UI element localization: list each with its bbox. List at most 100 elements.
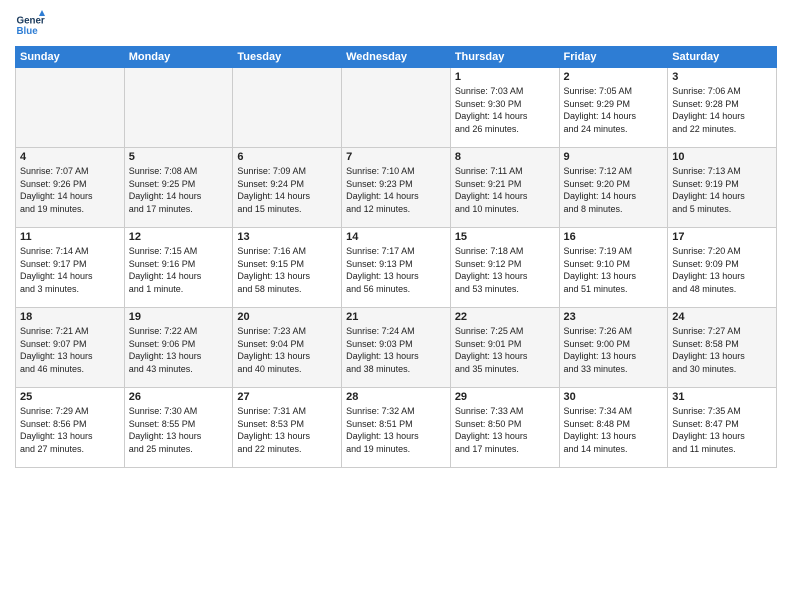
day-info: Sunrise: 7:12 AM Sunset: 9:20 PM Dayligh…: [564, 165, 664, 215]
week-row-4: 18 Sunrise: 7:21 AM Sunset: 9:07 PM Dayli…: [16, 308, 777, 388]
day-number: 22: [455, 311, 555, 323]
weekday-header-sunday: Sunday: [16, 47, 125, 68]
day-number: 19: [129, 311, 229, 323]
day-cell: 11 Sunrise: 7:14 AM Sunset: 9:17 PM Dayli…: [16, 228, 125, 308]
day-cell: 6Sunrise: 7:09 AM Sunset: 9:24 PM Daylig…: [233, 148, 342, 228]
day-cell: 18 Sunrise: 7:21 AM Sunset: 9:07 PM Dayli…: [16, 308, 125, 388]
day-number: 5: [129, 151, 229, 163]
day-cell: 24 Sunrise: 7:27 AM Sunset: 8:58 PM Dayli…: [668, 308, 777, 388]
day-info: Sunrise: 7:34 AM Sunset: 8:48 PM Dayligh…: [564, 405, 664, 455]
weekday-header-friday: Friday: [559, 47, 668, 68]
day-number: 28: [346, 391, 446, 403]
day-cell: 25 Sunrise: 7:29 AM Sunset: 8:56 PM Dayli…: [16, 388, 125, 468]
day-cell: 30 Sunrise: 7:34 AM Sunset: 8:48 PM Dayli…: [559, 388, 668, 468]
week-row-1: 1 Sunrise: 7:03 AM Sunset: 9:30 PM Daylig…: [16, 68, 777, 148]
day-cell: [124, 68, 233, 148]
day-cell: 13Sunrise: 7:16 AM Sunset: 9:15 PM Dayli…: [233, 228, 342, 308]
week-row-2: 4 Sunrise: 7:07 AM Sunset: 9:26 PM Daylig…: [16, 148, 777, 228]
day-cell: 21 Sunrise: 7:24 AM Sunset: 9:03 PM Dayli…: [342, 308, 451, 388]
day-info: Sunrise: 7:06 AM Sunset: 9:28 PM Dayligh…: [672, 85, 772, 135]
day-cell: 2 Sunrise: 7:05 AM Sunset: 9:29 PM Daylig…: [559, 68, 668, 148]
day-info: Sunrise: 7:23 AM Sunset: 9:04 PM Dayligh…: [237, 325, 337, 375]
day-number: 27: [237, 391, 337, 403]
day-info: Sunrise: 7:17 AM Sunset: 9:13 PM Dayligh…: [346, 245, 446, 295]
day-number: 1: [455, 71, 555, 83]
weekday-header-wednesday: Wednesday: [342, 47, 451, 68]
day-number: 14: [346, 231, 446, 243]
day-cell: 19 Sunrise: 7:22 AM Sunset: 9:06 PM Dayli…: [124, 308, 233, 388]
day-number: 6: [237, 151, 337, 163]
weekday-header-saturday: Saturday: [668, 47, 777, 68]
day-number: 11: [20, 231, 120, 243]
day-cell: 10 Sunrise: 7:13 AM Sunset: 9:19 PM Dayli…: [668, 148, 777, 228]
weekday-header-tuesday: Tuesday: [233, 47, 342, 68]
day-info: Sunrise: 7:11 AM Sunset: 9:21 PM Dayligh…: [455, 165, 555, 215]
day-number: 30: [564, 391, 664, 403]
day-cell: 7 Sunrise: 7:10 AM Sunset: 9:23 PM Daylig…: [342, 148, 451, 228]
day-cell: 1 Sunrise: 7:03 AM Sunset: 9:30 PM Daylig…: [450, 68, 559, 148]
day-cell: 23 Sunrise: 7:26 AM Sunset: 9:00 PM Dayli…: [559, 308, 668, 388]
day-cell: 31Sunrise: 7:35 AM Sunset: 8:47 PM Dayli…: [668, 388, 777, 468]
day-number: 21: [346, 311, 446, 323]
day-info: Sunrise: 7:31 AM Sunset: 8:53 PM Dayligh…: [237, 405, 337, 455]
day-number: 23: [564, 311, 664, 323]
day-info: Sunrise: 7:29 AM Sunset: 8:56 PM Dayligh…: [20, 405, 120, 455]
day-cell: 17Sunrise: 7:20 AM Sunset: 9:09 PM Dayli…: [668, 228, 777, 308]
day-info: Sunrise: 7:05 AM Sunset: 9:29 PM Dayligh…: [564, 85, 664, 135]
page-container: General Blue SundayMondayTuesdayWednesda…: [0, 0, 792, 476]
day-cell: 15Sunrise: 7:18 AM Sunset: 9:12 PM Dayli…: [450, 228, 559, 308]
day-number: 16: [564, 231, 664, 243]
day-info: Sunrise: 7:10 AM Sunset: 9:23 PM Dayligh…: [346, 165, 446, 215]
svg-text:General: General: [17, 16, 46, 27]
day-info: Sunrise: 7:08 AM Sunset: 9:25 PM Dayligh…: [129, 165, 229, 215]
day-cell: 12 Sunrise: 7:15 AM Sunset: 9:16 PM Dayli…: [124, 228, 233, 308]
day-number: 20: [237, 311, 337, 323]
day-cell: 5 Sunrise: 7:08 AM Sunset: 9:25 PM Daylig…: [124, 148, 233, 228]
day-info: Sunrise: 7:19 AM Sunset: 9:10 PM Dayligh…: [564, 245, 664, 295]
day-number: 26: [129, 391, 229, 403]
calendar-table: SundayMondayTuesdayWednesdayThursdayFrid…: [15, 46, 777, 468]
day-cell: 22Sunrise: 7:25 AM Sunset: 9:01 PM Dayli…: [450, 308, 559, 388]
logo-icon: General Blue: [15, 10, 45, 40]
day-number: 29: [455, 391, 555, 403]
day-number: 25: [20, 391, 120, 403]
day-info: Sunrise: 7:24 AM Sunset: 9:03 PM Dayligh…: [346, 325, 446, 375]
day-info: Sunrise: 7:30 AM Sunset: 8:55 PM Dayligh…: [129, 405, 229, 455]
day-number: 13: [237, 231, 337, 243]
day-cell: 20 Sunrise: 7:23 AM Sunset: 9:04 PM Dayli…: [233, 308, 342, 388]
day-cell: [16, 68, 125, 148]
week-row-5: 25 Sunrise: 7:29 AM Sunset: 8:56 PM Dayli…: [16, 388, 777, 468]
day-number: 18: [20, 311, 120, 323]
day-info: Sunrise: 7:32 AM Sunset: 8:51 PM Dayligh…: [346, 405, 446, 455]
day-number: 8: [455, 151, 555, 163]
day-cell: 4 Sunrise: 7:07 AM Sunset: 9:26 PM Daylig…: [16, 148, 125, 228]
day-cell: [233, 68, 342, 148]
header: General Blue: [15, 10, 777, 40]
day-info: Sunrise: 7:07 AM Sunset: 9:26 PM Dayligh…: [20, 165, 120, 215]
day-number: 12: [129, 231, 229, 243]
day-number: 10: [672, 151, 772, 163]
day-cell: 8 Sunrise: 7:11 AM Sunset: 9:21 PM Daylig…: [450, 148, 559, 228]
day-info: Sunrise: 7:22 AM Sunset: 9:06 PM Dayligh…: [129, 325, 229, 375]
week-row-3: 11 Sunrise: 7:14 AM Sunset: 9:17 PM Dayli…: [16, 228, 777, 308]
day-info: Sunrise: 7:21 AM Sunset: 9:07 PM Dayligh…: [20, 325, 120, 375]
day-number: 4: [20, 151, 120, 163]
day-cell: 27 Sunrise: 7:31 AM Sunset: 8:53 PM Dayli…: [233, 388, 342, 468]
day-info: Sunrise: 7:33 AM Sunset: 8:50 PM Dayligh…: [455, 405, 555, 455]
day-info: Sunrise: 7:15 AM Sunset: 9:16 PM Dayligh…: [129, 245, 229, 295]
day-number: 2: [564, 71, 664, 83]
day-cell: 3 Sunrise: 7:06 AM Sunset: 9:28 PM Daylig…: [668, 68, 777, 148]
day-cell: 26 Sunrise: 7:30 AM Sunset: 8:55 PM Dayli…: [124, 388, 233, 468]
day-info: Sunrise: 7:20 AM Sunset: 9:09 PM Dayligh…: [672, 245, 772, 295]
day-info: Sunrise: 7:14 AM Sunset: 9:17 PM Dayligh…: [20, 245, 120, 295]
day-info: Sunrise: 7:13 AM Sunset: 9:19 PM Dayligh…: [672, 165, 772, 215]
day-number: 3: [672, 71, 772, 83]
day-number: 24: [672, 311, 772, 323]
day-cell: 29 Sunrise: 7:33 AM Sunset: 8:50 PM Dayli…: [450, 388, 559, 468]
day-info: Sunrise: 7:27 AM Sunset: 8:58 PM Dayligh…: [672, 325, 772, 375]
day-number: 7: [346, 151, 446, 163]
weekday-header-thursday: Thursday: [450, 47, 559, 68]
day-info: Sunrise: 7:26 AM Sunset: 9:00 PM Dayligh…: [564, 325, 664, 375]
day-info: Sunrise: 7:03 AM Sunset: 9:30 PM Dayligh…: [455, 85, 555, 135]
day-info: Sunrise: 7:18 AM Sunset: 9:12 PM Dayligh…: [455, 245, 555, 295]
